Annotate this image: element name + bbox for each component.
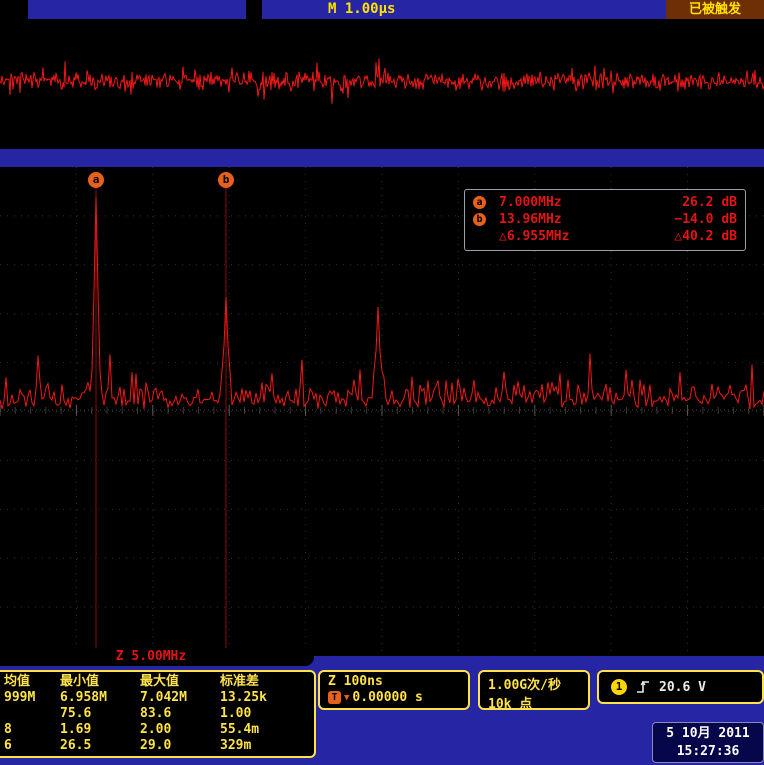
top-bar: M 1.00μs 已被触发 <box>0 0 764 19</box>
measurement-table: 均值 最小值 最大值 标准差 999M 6.958M 7.042M 13.25k… <box>0 670 316 758</box>
meas-cell: 75.6 <box>60 706 140 722</box>
marker-a-badge: a <box>473 196 486 209</box>
meas-header-mean: 均值 <box>4 674 60 690</box>
meas-header-stddev: 标准差 <box>220 674 304 690</box>
delay-value: 0.00000 s <box>352 690 422 705</box>
meas-cell: 2.00 <box>140 722 220 738</box>
oscilloscope-screen: M 1.00μs 已被触发 a b a 7.000MHz 26.2 dB b 1… <box>0 0 764 765</box>
trigger-box: 1 20.6 V <box>597 670 764 704</box>
readout-row-a: a 7.000MHz 26.2 dB <box>473 194 737 211</box>
marker-b-badge: b <box>473 213 486 226</box>
meas-cell: 6.958M <box>60 690 140 706</box>
trigger-status-badge: 已被触发 <box>666 0 764 19</box>
meas-cell: 6 <box>4 738 60 754</box>
trigger-source-badge: 1 <box>611 679 627 695</box>
meas-cell: 1.00 <box>220 706 304 722</box>
zoom-readout-box: Z 100ns T ▼ 0.00000 s <box>318 670 470 710</box>
readout-row-delta: △6.955MHz △40.2 dB <box>473 228 737 245</box>
expansion-point-icon: T <box>328 691 341 704</box>
marker-b-level: −14.0 dB <box>611 212 737 227</box>
meas-header-max: 最大值 <box>140 674 220 690</box>
status-bar: 均值 最小值 最大值 标准差 999M 6.958M 7.042M 13.25k… <box>0 656 764 765</box>
math-channel-label[interactable]: Z 5.00MHz <box>0 648 314 666</box>
marker-b-label[interactable]: b <box>218 172 234 188</box>
zoom-scale: Z 100ns <box>328 674 460 689</box>
meas-cell: 13.25k <box>220 690 304 706</box>
date-value: 5 10月 2011 <box>653 725 763 743</box>
meas-cell: 1.69 <box>60 722 140 738</box>
trigger-position-marker[interactable] <box>246 0 262 19</box>
marker-b-frequency: 13.96MHz <box>499 212 611 227</box>
meas-cell: 55.4m <box>220 722 304 738</box>
trigger-level-value: 20.6 V <box>659 680 706 695</box>
menu-corner-box <box>0 0 28 19</box>
record-length: 10k 点 <box>488 693 580 712</box>
marker-a-level: 26.2 dB <box>611 195 737 210</box>
acquisition-box: 1.00G次/秒 10k 点 <box>478 670 590 710</box>
readout-row-b: b 13.96MHz −14.0 dB <box>473 211 737 228</box>
delta-badge <box>473 230 486 243</box>
meas-cell: 8 <box>4 722 60 738</box>
datetime-box: 5 10月 2011 15:27:36 <box>652 722 764 763</box>
time-domain-panel <box>0 19 764 149</box>
meas-cell: 999M <box>4 690 60 706</box>
meas-cell: 83.6 <box>140 706 220 722</box>
timebase-readout: M 1.00μs <box>328 1 395 17</box>
delay-marker-icon: ▼ <box>344 693 349 703</box>
time-value: 15:27:36 <box>653 743 763 761</box>
meas-cell: 29.0 <box>140 738 220 754</box>
meas-cell: 7.042M <box>140 690 220 706</box>
marker-a-label[interactable]: a <box>88 172 104 188</box>
spectrum-panel: a b a 7.000MHz 26.2 dB b 13.96MHz −14.0 … <box>0 167 764 656</box>
meas-cell: 26.5 <box>60 738 140 754</box>
sample-rate: 1.00G次/秒 <box>488 674 580 693</box>
delta-frequency: △6.955MHz <box>499 229 611 244</box>
meas-header-min: 最小值 <box>60 674 140 690</box>
time-domain-trace <box>0 19 764 149</box>
rising-edge-icon <box>636 679 650 695</box>
delta-level: △40.2 dB <box>611 229 737 244</box>
marker-a-frequency: 7.000MHz <box>499 195 611 210</box>
meas-cell: 329m <box>220 738 304 754</box>
cursor-readout-box: a 7.000MHz 26.2 dB b 13.96MHz −14.0 dB △… <box>464 189 746 251</box>
meas-cell <box>4 706 60 722</box>
